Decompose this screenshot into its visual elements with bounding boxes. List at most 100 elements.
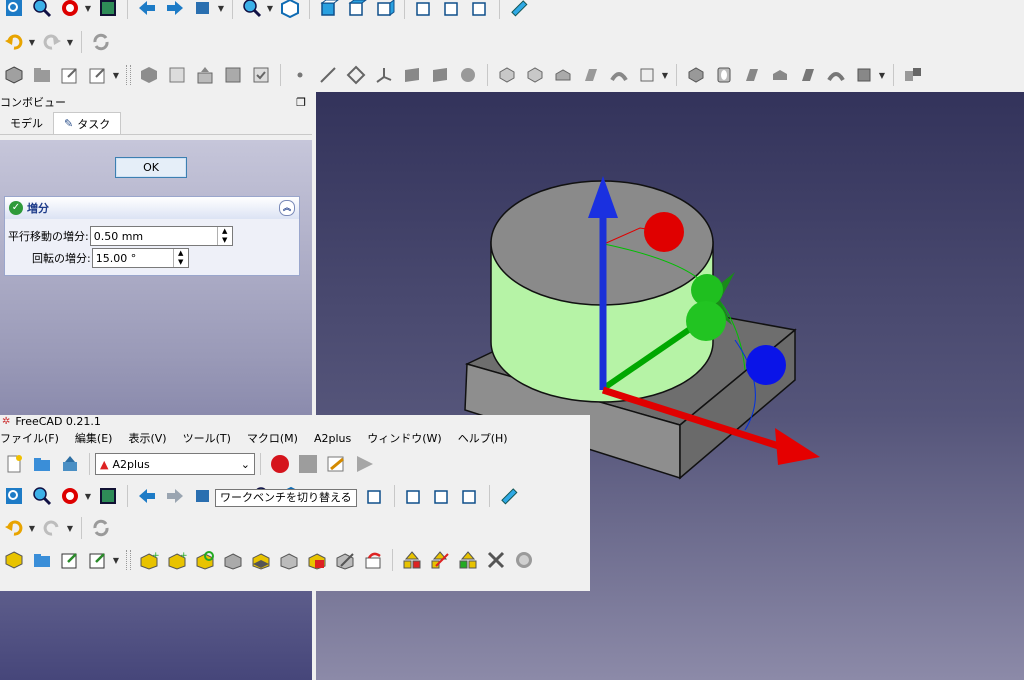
menu-view[interactable]: 表示(V) [120, 430, 174, 446]
rear-view-icon[interactable] [402, 484, 426, 508]
menu-macro[interactable]: マクロ(M) [239, 430, 306, 446]
spin-down-icon[interactable]: ▼ [174, 258, 188, 267]
groove-icon[interactable] [712, 63, 736, 87]
measure-icon[interactable] [497, 484, 521, 508]
loft-icon[interactable] [579, 63, 603, 87]
open-folder-icon[interactable] [30, 452, 54, 476]
measure-icon[interactable] [507, 0, 531, 20]
clone-icon[interactable] [221, 63, 245, 87]
refresh-icon[interactable] [89, 30, 113, 54]
chevron-down-icon[interactable]: ▼ [266, 4, 274, 13]
menu-a2plus[interactable]: A2plus [306, 432, 359, 445]
refresh-icon[interactable] [89, 516, 113, 540]
chevron-down-icon[interactable]: ▼ [112, 71, 120, 80]
record-icon[interactable] [512, 548, 536, 572]
new-body-icon[interactable] [165, 63, 189, 87]
shape-binder-icon[interactable] [400, 63, 424, 87]
zoom-icon[interactable] [30, 0, 54, 20]
fit-all-icon[interactable] [2, 484, 26, 508]
sub-shape-binder-icon[interactable] [428, 63, 452, 87]
menu-help[interactable]: ヘルプ(H) [450, 430, 516, 446]
3d-scene[interactable] [316, 92, 1024, 680]
convert-part-icon[interactable] [249, 548, 273, 572]
hole-icon[interactable] [684, 63, 708, 87]
part-icon[interactable] [2, 63, 26, 87]
rotation-handle-red[interactable] [644, 212, 684, 252]
chevron-down-icon[interactable]: ▼ [112, 556, 120, 565]
edit-constraint-icon[interactable] [333, 548, 357, 572]
redo-icon[interactable] [40, 30, 64, 54]
draw-style-icon[interactable] [58, 0, 82, 20]
rear-view-icon[interactable] [412, 0, 436, 20]
update-imports-icon[interactable] [193, 548, 217, 572]
duplicate-icon[interactable] [221, 548, 245, 572]
chevron-down-icon[interactable]: ▼ [28, 524, 36, 533]
export-icon[interactable] [58, 548, 82, 572]
edit-macro-icon[interactable] [324, 452, 348, 476]
bounding-box-icon[interactable] [96, 484, 120, 508]
sweep-icon[interactable] [607, 63, 631, 87]
chevron-down-icon[interactable]: ▼ [66, 524, 74, 533]
box-icon[interactable] [635, 63, 659, 87]
chevron-down-icon[interactable]: ▼ [66, 38, 74, 47]
zoom-icon[interactable] [30, 484, 54, 508]
mirrored-icon[interactable] [901, 63, 925, 87]
undo-icon[interactable] [2, 30, 26, 54]
add-part-icon[interactable]: + [137, 548, 161, 572]
add-shape-icon[interactable]: + [165, 548, 189, 572]
zoom-view-icon[interactable] [240, 0, 264, 20]
translation-spinbox[interactable]: 0.50 mm ▲ ▼ [89, 226, 233, 246]
auto-solve-icon[interactable] [428, 548, 452, 572]
chamfer-icon[interactable] [852, 63, 876, 87]
share-icon[interactable] [86, 548, 110, 572]
chevron-down-icon[interactable]: ▼ [84, 492, 92, 501]
forward-icon[interactable] [163, 484, 187, 508]
menu-tools[interactable]: ツール(T) [175, 430, 239, 446]
tree-solve-icon[interactable] [456, 548, 480, 572]
bottom-view-icon[interactable] [430, 484, 454, 508]
pocket-icon[interactable] [523, 63, 547, 87]
record-macro-icon[interactable] [268, 452, 292, 476]
subtract-sweep-icon[interactable] [768, 63, 792, 87]
chevron-down-icon[interactable]: ▼ [28, 38, 36, 47]
redo-icon[interactable] [40, 516, 64, 540]
edit-part-icon[interactable] [277, 548, 301, 572]
workbench-selector[interactable]: ▲ A2plus ⌄ [95, 453, 255, 475]
chevron-down-icon[interactable]: ▼ [878, 71, 886, 80]
3d-viewport[interactable] [316, 92, 1024, 680]
folder-icon[interactable] [30, 63, 54, 87]
spin-down-icon[interactable]: ▼ [218, 236, 232, 245]
spin-up-icon[interactable]: ▲ [218, 227, 232, 236]
fit-all-icon[interactable] [2, 0, 26, 20]
undock-icon[interactable]: ❐ [296, 96, 306, 109]
move-part-icon[interactable] [361, 548, 385, 572]
check-icon[interactable] [249, 63, 273, 87]
chevron-down-icon[interactable]: ▼ [217, 4, 225, 13]
fillet-icon[interactable] [824, 63, 848, 87]
delete-constraints-icon[interactable] [305, 548, 329, 572]
left-view-icon[interactable] [468, 0, 492, 20]
right-view-icon[interactable] [373, 0, 397, 20]
pad-icon[interactable] [495, 63, 519, 87]
rotation-handle-blue[interactable] [746, 345, 786, 385]
new-file-icon[interactable] [2, 452, 26, 476]
front-view-icon[interactable] [317, 0, 341, 20]
menu-edit[interactable]: 編集(E) [67, 430, 121, 446]
right-view-icon[interactable] [363, 484, 387, 508]
menu-file[interactable]: ファイル(F) [0, 430, 67, 446]
bottom-view-icon[interactable] [440, 0, 464, 20]
chevron-down-icon[interactable]: ▼ [84, 4, 92, 13]
subtract-loft-icon[interactable] [740, 63, 764, 87]
tab-task[interactable]: ✎ タスク [53, 112, 122, 134]
export-icon[interactable] [58, 63, 82, 87]
clone-feature-icon[interactable] [456, 63, 480, 87]
tab-model[interactable]: モデル [0, 112, 53, 134]
undo-icon[interactable] [2, 516, 26, 540]
x-axis-arrowhead[interactable] [775, 428, 820, 465]
stop-macro-icon[interactable] [296, 452, 320, 476]
sync-view-icon[interactable] [191, 0, 215, 20]
run-macro-icon[interactable] [352, 452, 376, 476]
bounding-box-icon[interactable] [96, 0, 120, 20]
chevron-down-icon[interactable]: ▼ [661, 71, 669, 80]
solve-icon[interactable] [400, 548, 424, 572]
